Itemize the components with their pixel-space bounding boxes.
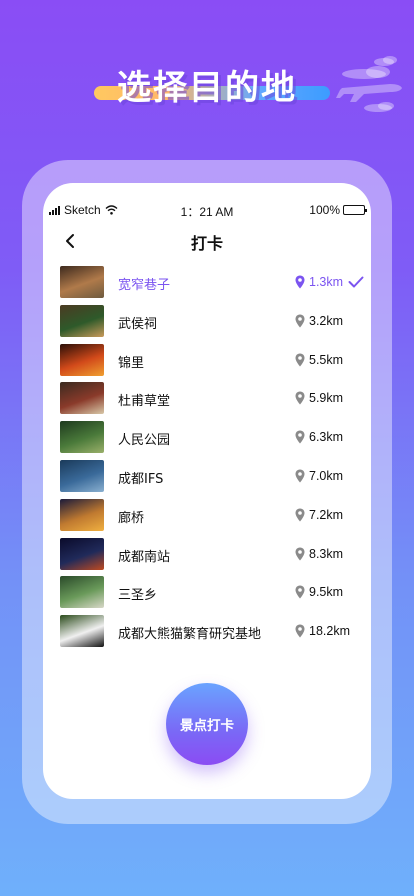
place-thumbnail [60,382,104,415]
battery-percent: 100% [309,203,340,217]
airplane-icon [336,56,402,112]
place-name: 宽窄巷子 [118,278,171,293]
place-distance: 5.5km [309,352,344,367]
place-thumbnail [60,459,104,492]
place-distance: 5.9km [309,391,344,406]
place-distance: 8.3km [309,546,344,561]
place-thumbnail [60,576,104,609]
place-name: 人民公园 [118,433,171,449]
place-distance: 18.2km [309,624,350,639]
place-distance: 6.3km [309,430,344,445]
location-pin-icon [295,314,305,328]
location-pin-icon [295,585,305,599]
place-thumbnail [60,615,104,648]
location-pin-icon [295,547,305,561]
place-row[interactable]: 廊桥 7.2km [43,496,371,535]
place-row[interactable]: 成都IFS 7.0km [43,457,371,496]
place-row[interactable]: 锦里 5.5km [43,341,371,380]
nav-title: 打卡 [190,234,223,253]
place-name: 廊桥 [118,510,145,526]
place-row[interactable]: 杜甫草堂 5.9km [43,379,371,418]
location-pin-icon [295,624,305,638]
checkin-button[interactable]: 景点打卡 [166,683,248,765]
place-thumbnail [60,266,104,298]
location-pin-icon [295,508,305,522]
status-right: 100% [309,203,367,217]
location-pin-icon [295,353,305,367]
place-name: 成都IFS [118,471,164,487]
place-row[interactable]: 武侯祠 3.2km [43,302,371,341]
location-pin-icon [295,469,305,483]
place-name: 三圣乡 [118,588,158,604]
place-list: 宽窄巷子 1.3km 武侯祠 3.2km 锦里 5.5km 杜甫草堂 5.9km 人民公园 6.3… [43,263,371,651]
place-name: 成都南站 [118,549,171,565]
place-row[interactable]: 三圣乡 9.5km [43,573,371,612]
place-thumbnail [60,498,104,531]
status-bar: Sketch 1：21 AM 100% [43,203,371,219]
place-distance: 7.2km [309,507,344,522]
place-distance: 7.0km [309,468,344,483]
battery-icon [343,205,367,215]
place-name: 成都大熊猫繁育研究基地 [118,627,262,643]
place-row[interactable]: 人民公园 6.3km [43,418,371,457]
location-pin-icon [295,275,305,289]
location-pin-icon [295,391,305,405]
place-distance: 9.5km [309,585,344,600]
place-row[interactable]: 成都南站 8.3km [43,535,371,574]
location-pin-icon [295,430,305,444]
place-thumbnail [60,343,104,376]
phone-screen: Sketch 1：21 AM 100% 打卡 宽窄巷子 1.3km 武侯祠 3.2km… [43,183,371,799]
place-row[interactable]: 成都大熊猫繁育研究基地 18.2km [43,612,371,651]
place-name: 武侯祠 [118,316,158,332]
place-distance: 3.2km [309,313,344,328]
place-thumbnail [60,421,104,454]
place-row[interactable]: 宽窄巷子 1.3km [43,263,371,302]
checkmark-icon [348,276,364,288]
place-thumbnail [60,304,104,337]
place-thumbnail [60,537,104,570]
nav-bar: 打卡 [43,227,371,255]
place-distance: 1.3km [309,275,344,289]
place-name: 锦里 [118,355,145,371]
place-name: 杜甫草堂 [118,394,171,410]
